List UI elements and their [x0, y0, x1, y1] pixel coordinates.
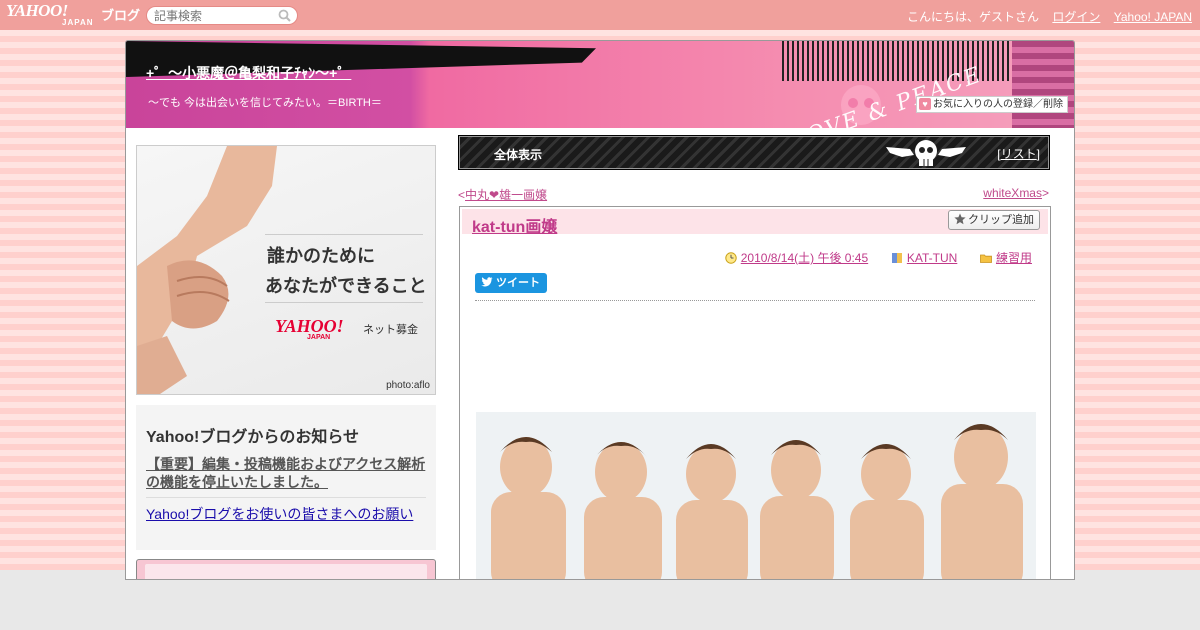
greeting-text: こんにちは、ゲストさん	[907, 10, 1040, 24]
ad-divider	[265, 234, 423, 235]
article: kat-tun画嬢 クリップ追加 2010/8/14(土) 午後 0:45 KA…	[459, 206, 1051, 579]
article-photo[interactable]	[476, 412, 1036, 579]
next-post-nav: whiteXmas>	[983, 186, 1049, 200]
clip-add-button[interactable]: クリップ追加	[948, 210, 1040, 230]
notice-title: Yahoo!ブログからのお知らせ	[146, 429, 360, 446]
blog-subtitle: ～でも 今は出会いを信じてみたい。＝BIRTH＝	[148, 97, 382, 109]
notice-link-important[interactable]: 【重要】編集・投稿機能およびアクセス解析の機能を停止いたしました。	[146, 455, 426, 498]
heart-icon: ♥	[919, 98, 931, 111]
favorite-register-label: お気に入りの人の登録／削除	[933, 99, 1063, 110]
clip-add-label: クリップ追加	[968, 214, 1034, 226]
sidebar-pink-box-inner	[145, 564, 427, 579]
notice-box: Yahoo!ブログからのお知らせ 【重要】編集・投稿機能およびアクセス解析の機能…	[136, 405, 436, 550]
list-view-link[interactable]: リスト	[1001, 147, 1037, 161]
notice-link-request[interactable]: Yahoo!ブログをお使いの皆さまへのお願い	[146, 504, 426, 524]
blog-header: LOVE & PEACE +゜～小悪魔＠亀梨和子ﾁｬﾝ～+゜ ～でも 今は出会い…	[126, 41, 1074, 128]
ad-headline-2: あなたができること	[265, 276, 427, 297]
favorite-register-button[interactable]: ♥ お気に入りの人の登録／削除	[916, 96, 1068, 113]
next-arrow: >	[1041, 186, 1049, 200]
ad-photo-credit: photo:aflo	[386, 380, 430, 391]
winged-skull-icon	[886, 140, 966, 166]
stripe-decoration	[1012, 41, 1074, 128]
search-icon[interactable]	[278, 9, 291, 22]
twitter-bird-icon	[481, 277, 493, 287]
article-category-link[interactable]: 練習用	[996, 251, 1032, 265]
article-tag-link[interactable]: KAT-TUN	[907, 251, 957, 265]
folder-icon	[980, 254, 992, 263]
blog-frame: LOVE & PEACE +゜～小悪魔＠亀梨和子ﾁｬﾝ～+゜ ～でも 今は出会い…	[125, 40, 1075, 580]
ad-yahoo-logo-sub: JAPAN	[307, 334, 331, 341]
view-mode-bar: 全体表示 [リスト]	[458, 135, 1050, 170]
article-title[interactable]: kat-tun画嬢	[472, 213, 557, 237]
article-date-link[interactable]: 2010/8/14(土) 午後 0:45	[741, 251, 868, 265]
article-header: kat-tun画嬢 クリップ追加	[462, 209, 1048, 237]
ad-divider	[265, 302, 423, 303]
tweet-label: ツイート	[496, 277, 540, 289]
view-all-label: 全体表示	[494, 148, 543, 162]
donation-ad-banner[interactable]: 誰かのために あなたができること YAHOO! JAPAN ネット募金 phot…	[136, 145, 436, 395]
yahoo-logo-text: YAHOO!	[6, 1, 68, 20]
prev-arrow: <	[458, 188, 466, 202]
blog-title[interactable]: +゜～小悪魔＠亀梨和子ﾁｬﾝ～+゜	[146, 63, 351, 83]
star-icon	[954, 213, 966, 225]
article-meta: 2010/8/14(土) 午後 0:45 KAT-TUN 練習用	[725, 249, 1032, 266]
login-link[interactable]: ログイン	[1052, 10, 1100, 24]
prev-post-nav: <中丸❤雄一画嬢	[458, 186, 547, 203]
next-post-link[interactable]: whiteXmas	[983, 186, 1042, 200]
yahoo-logo[interactable]: YAHOO! JAPAN	[6, 1, 94, 27]
tweet-button[interactable]: ツイート	[475, 273, 547, 293]
search-box	[146, 6, 298, 25]
ad-donation-label: ネット募金	[363, 324, 418, 336]
book-icon	[891, 253, 902, 263]
handshake-image	[137, 146, 277, 394]
yahoo-japan-link[interactable]: Yahoo! JAPAN	[1114, 10, 1192, 24]
group-photo-image	[476, 412, 1036, 579]
list-view-toggle: [リスト]	[997, 145, 1040, 162]
blog-service-label[interactable]: ブログ	[101, 5, 140, 24]
yahoo-top-bar: YAHOO! JAPAN ブログ こんにちは、ゲストさん ログイン Yahoo!…	[0, 0, 1200, 30]
top-nav: こんにちは、ゲストさん ログイン Yahoo! JAPAN	[897, 8, 1192, 25]
article-divider	[475, 300, 1035, 301]
clock-icon	[725, 252, 737, 264]
search-input[interactable]	[154, 7, 279, 24]
ad-headline-1: 誰かのために	[267, 246, 375, 267]
list-bracket-close: ]	[1036, 147, 1040, 161]
yahoo-logo-sub: JAPAN	[62, 18, 94, 27]
sidebar-pink-box	[136, 559, 436, 579]
prev-post-link[interactable]: 中丸❤雄一画嬢	[465, 188, 547, 202]
